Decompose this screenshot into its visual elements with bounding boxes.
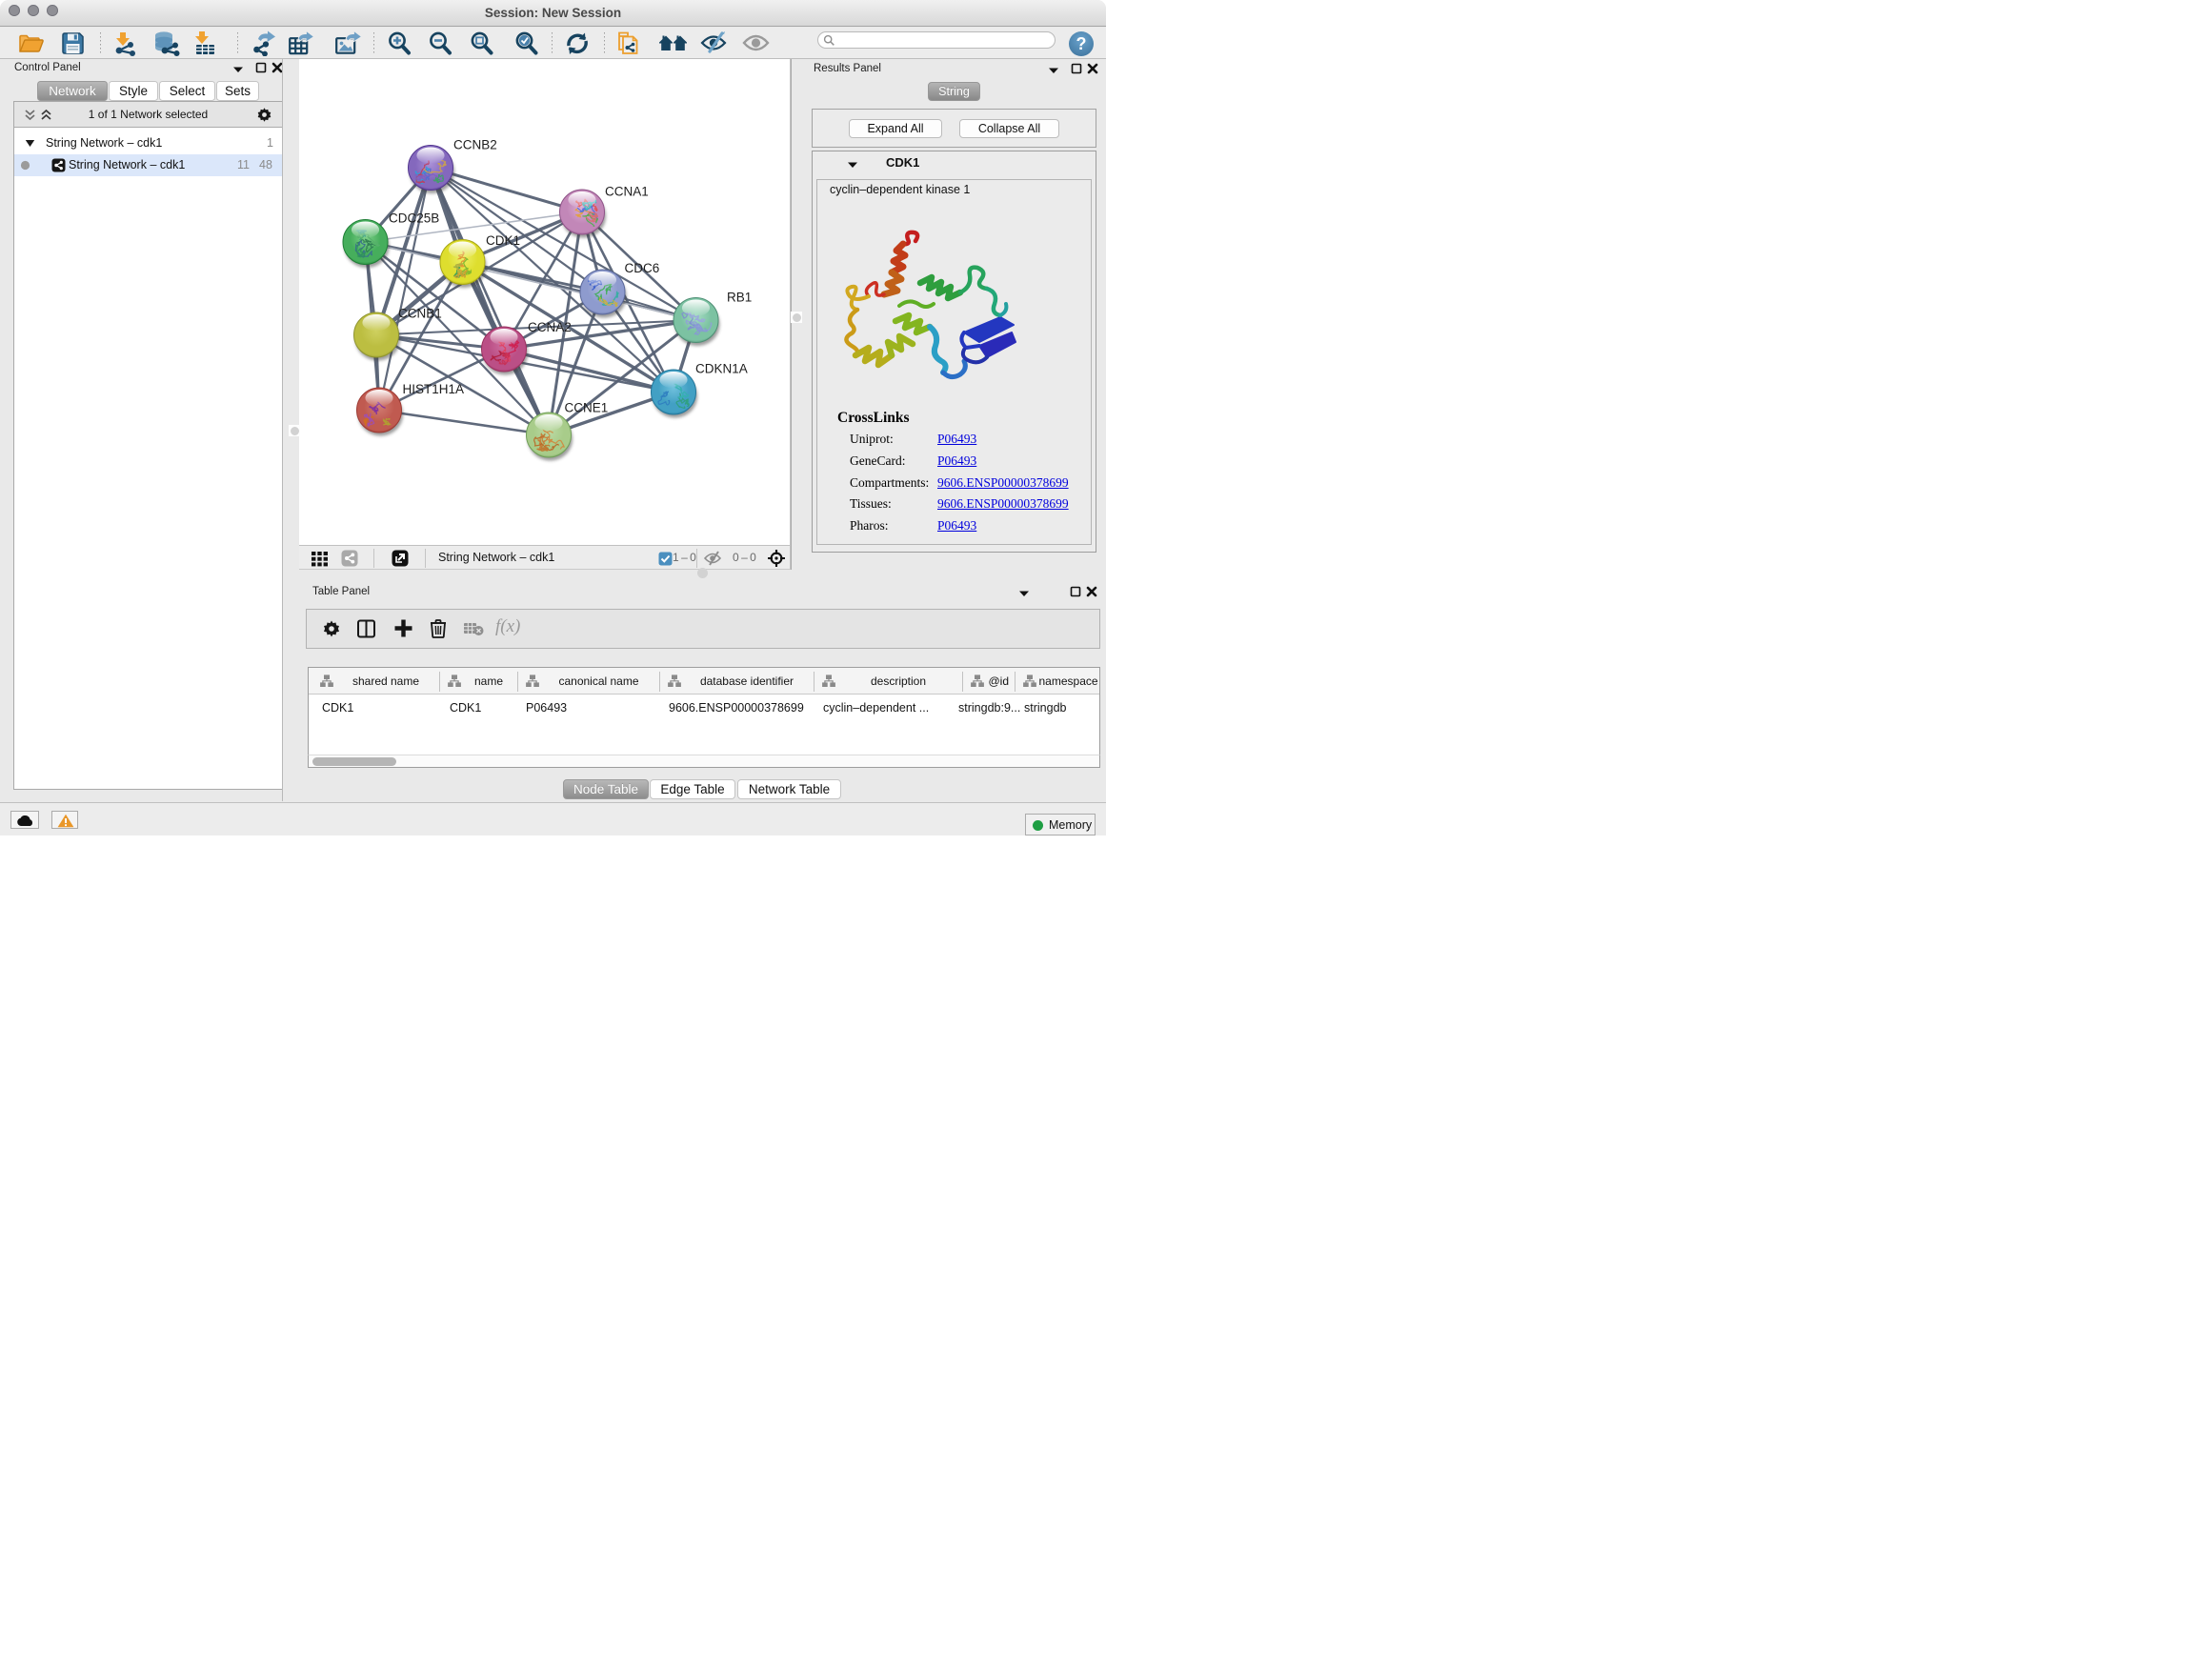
svg-text:CDKN1A: CDKN1A xyxy=(695,361,748,375)
svg-text:CCNE1: CCNE1 xyxy=(565,400,609,414)
svg-text:CCNA2: CCNA2 xyxy=(528,320,572,334)
svg-text:CDC6: CDC6 xyxy=(625,261,660,275)
svg-text:CDC25B: CDC25B xyxy=(389,211,439,225)
svg-text:HIST1H1A: HIST1H1A xyxy=(403,382,465,396)
svg-text:CDK1: CDK1 xyxy=(486,233,520,248)
svg-text:RB1: RB1 xyxy=(727,290,752,304)
svg-text:CCNB2: CCNB2 xyxy=(453,137,497,151)
svg-text:CCNA1: CCNA1 xyxy=(605,184,649,198)
svg-text:CCNB1: CCNB1 xyxy=(398,306,442,320)
